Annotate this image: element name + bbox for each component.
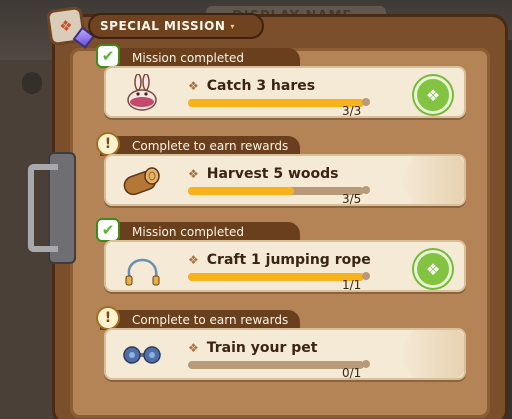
mission-status-ribbon: ✔ Mission completed <box>96 44 300 68</box>
progress-text: 0/1 <box>342 366 362 380</box>
mission-title-text: Harvest 5 woods <box>206 166 339 182</box>
progress-bar <box>188 187 364 195</box>
mission-status-label: Mission completed <box>132 225 244 239</box>
progress-bar-end <box>362 360 370 368</box>
mission-title-text: Craft 1 jumping rope <box>206 252 371 268</box>
claim-reward-button[interactable]: ❖ <box>414 76 452 114</box>
mission-status-ribbon: ! Complete to earn rewards <box>96 132 300 156</box>
exclamation-icon: ! <box>96 132 120 156</box>
progress-bar-end <box>362 98 370 106</box>
exclamation-icon: ! <box>96 306 120 330</box>
caret-down-icon: ▾ <box>230 21 235 31</box>
paw-icon: ❖ <box>58 16 74 36</box>
mission-card[interactable]: ❖ Catch 3 hares 3/3 ❖ <box>104 66 466 118</box>
progress-bar-end <box>362 272 370 280</box>
progress-text: 3/5 <box>342 192 362 206</box>
paw-icon: ❖ <box>188 167 199 181</box>
paw-icon: ❖ <box>425 259 441 279</box>
progress-fill <box>188 187 294 195</box>
mission-status-ribbon: ! Complete to earn rewards <box>96 306 300 330</box>
claim-reward-button[interactable]: ❖ <box>414 250 452 288</box>
mission-title: ❖ Catch 3 hares <box>188 78 315 94</box>
progress-bar <box>188 99 364 107</box>
mission-card[interactable]: ❖ Train your pet 0/1 <box>104 328 466 380</box>
clipboard-clip-icon <box>28 152 78 264</box>
paw-icon: ❖ <box>188 341 199 355</box>
progress-bar-end <box>362 186 370 194</box>
paw-icon: ❖ <box>188 253 199 267</box>
jumping-rope-icon <box>125 258 160 286</box>
mission-card[interactable]: ❖ Craft 1 jumping rope 1/1 ❖ <box>104 240 466 292</box>
clip-loop <box>28 164 58 252</box>
mission-status-ribbon: ✔ Mission completed <box>96 218 300 242</box>
mission-title: ❖ Craft 1 jumping rope <box>188 252 371 268</box>
mission-status-label: Mission completed <box>132 51 244 65</box>
mission-title: ❖ Harvest 5 woods <box>188 166 339 182</box>
progress-text: 1/1 <box>342 278 362 292</box>
background-icon <box>22 72 42 94</box>
mission-title-text: Catch 3 hares <box>206 78 316 94</box>
special-mission-dropdown[interactable]: SPECIAL MISSION ▾ <box>88 13 264 39</box>
dumbbell-icon <box>123 346 161 364</box>
mission-medal-icon: ❖ <box>45 5 95 49</box>
progress-bar <box>188 273 364 281</box>
mission-header: ❖ SPECIAL MISSION ▾ <box>45 5 268 49</box>
mission-status-label: Complete to earn rewards <box>132 139 289 153</box>
mission-card[interactable]: ❖ Harvest 5 woods 3/5 <box>104 154 466 206</box>
mission-title: ❖ Train your pet <box>188 340 317 356</box>
chevron-decoration <box>400 156 464 204</box>
progress-fill <box>188 273 364 281</box>
hare-icon <box>127 74 157 111</box>
progress-bar <box>188 361 364 369</box>
check-icon: ✔ <box>96 44 120 68</box>
mission-title-text: Train your pet <box>206 340 318 356</box>
progress-text: 3/3 <box>342 104 362 118</box>
chevron-decoration <box>400 330 464 378</box>
page-title: SPECIAL MISSION <box>100 19 226 33</box>
mission-status-label: Complete to earn rewards <box>132 313 289 327</box>
paw-icon: ❖ <box>425 85 441 105</box>
progress-fill <box>188 99 364 107</box>
wood-log-icon <box>123 167 160 196</box>
paw-icon: ❖ <box>188 79 199 93</box>
check-icon: ✔ <box>96 218 120 242</box>
